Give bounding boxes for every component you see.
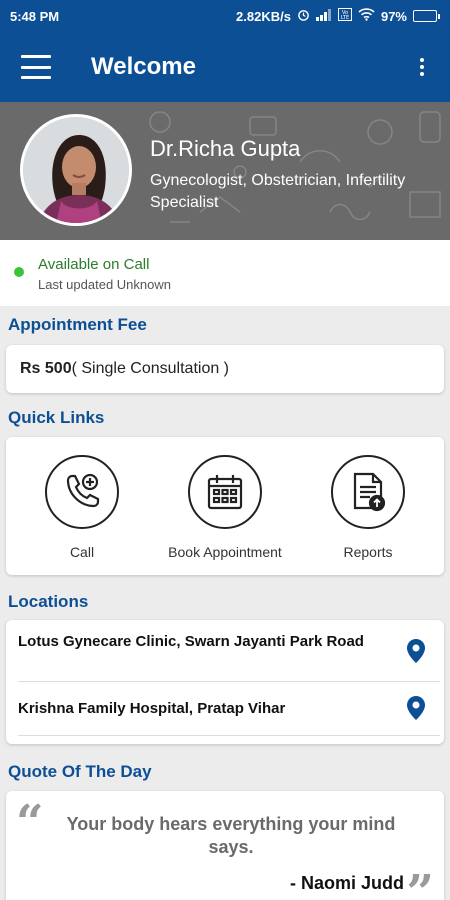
profile-header: Dr.Richa Gupta Gynecologist, Obstetricia… (0, 102, 450, 240)
svg-text:LTE: LTE (341, 15, 349, 21)
avatar (20, 114, 132, 226)
network-speed: 2.82KB/s (236, 8, 291, 24)
status-time: 5:48 PM (10, 8, 60, 24)
fee-amount: Rs 500 (20, 360, 72, 377)
doctor-name: Dr.Richa Gupta (150, 136, 301, 161)
quote-heading: Quote Of The Day (8, 762, 152, 781)
battery-percent: 97% (380, 8, 407, 24)
close-quote-icon: ” (406, 865, 434, 900)
more-vert-icon[interactable] (402, 47, 442, 87)
appointment-fee-heading: Appointment Fee (8, 315, 147, 334)
fee-note: ( Single Consultation ) (71, 360, 230, 377)
phone-add-icon (45, 455, 119, 529)
location-pin-icon[interactable] (406, 695, 426, 726)
location-pin-icon[interactable] (406, 638, 426, 669)
battery-icon (413, 10, 440, 22)
location-name: Krishna Family Hospital, Pratap Vihar (18, 700, 286, 717)
signal-icon (315, 8, 332, 24)
availability-status: Available on Call (38, 256, 150, 273)
availability-dot-icon (14, 267, 24, 277)
availability-panel: Available on Call Last updated Unknown (0, 240, 450, 306)
quick-link-call[interactable]: Call (12, 455, 152, 560)
quick-link-reports[interactable]: Reports (298, 455, 438, 560)
availability-updated: Last updated Unknown (38, 277, 171, 292)
page-title: Welcome (91, 53, 196, 80)
report-upload-icon (331, 455, 405, 529)
locations-card: Lotus Gynecare Clinic, Swarn Jayanti Par… (6, 620, 444, 744)
quick-link-label: Reports (343, 544, 393, 560)
quote-text: Your body hears everything your mind say… (66, 814, 396, 857)
open-quote-icon: “ (16, 795, 44, 851)
quick-link-label: Call (69, 544, 95, 560)
quick-links-heading: Quick Links (8, 408, 105, 427)
location-item[interactable]: Lotus Gynecare Clinic, Swarn Jayanti Par… (18, 626, 440, 682)
hamburger-menu-icon[interactable] (21, 55, 51, 79)
alarm-icon (297, 8, 310, 24)
calendar-icon (188, 455, 262, 529)
appointment-fee-card: Rs 500( Single Consultation ) (6, 345, 444, 393)
location-name: Lotus Gynecare Clinic, Swarn Jayanti Par… (18, 633, 364, 650)
locations-heading: Locations (8, 592, 89, 611)
app-bar: Welcome (0, 32, 450, 102)
location-item[interactable]: Krishna Family Hospital, Pratap Vihar (18, 684, 440, 736)
quick-links-card: Call Book Appointment Reports (6, 437, 444, 575)
volte-icon: Vo LTE (337, 8, 352, 24)
doctor-specialty: Gynecologist, Obstetrician, Infertility … (150, 172, 406, 211)
status-bar: 5:48 PM 2.82KB/s Vo LTE 97% (0, 0, 450, 32)
quote-card: “ Your body hears everything your mind s… (6, 791, 444, 900)
quote-author: - Naomi Judd (289, 873, 404, 893)
quick-link-label: Book Appointment (168, 544, 282, 560)
quick-link-book-appointment[interactable]: Book Appointment (155, 455, 295, 560)
wifi-icon (358, 8, 375, 24)
